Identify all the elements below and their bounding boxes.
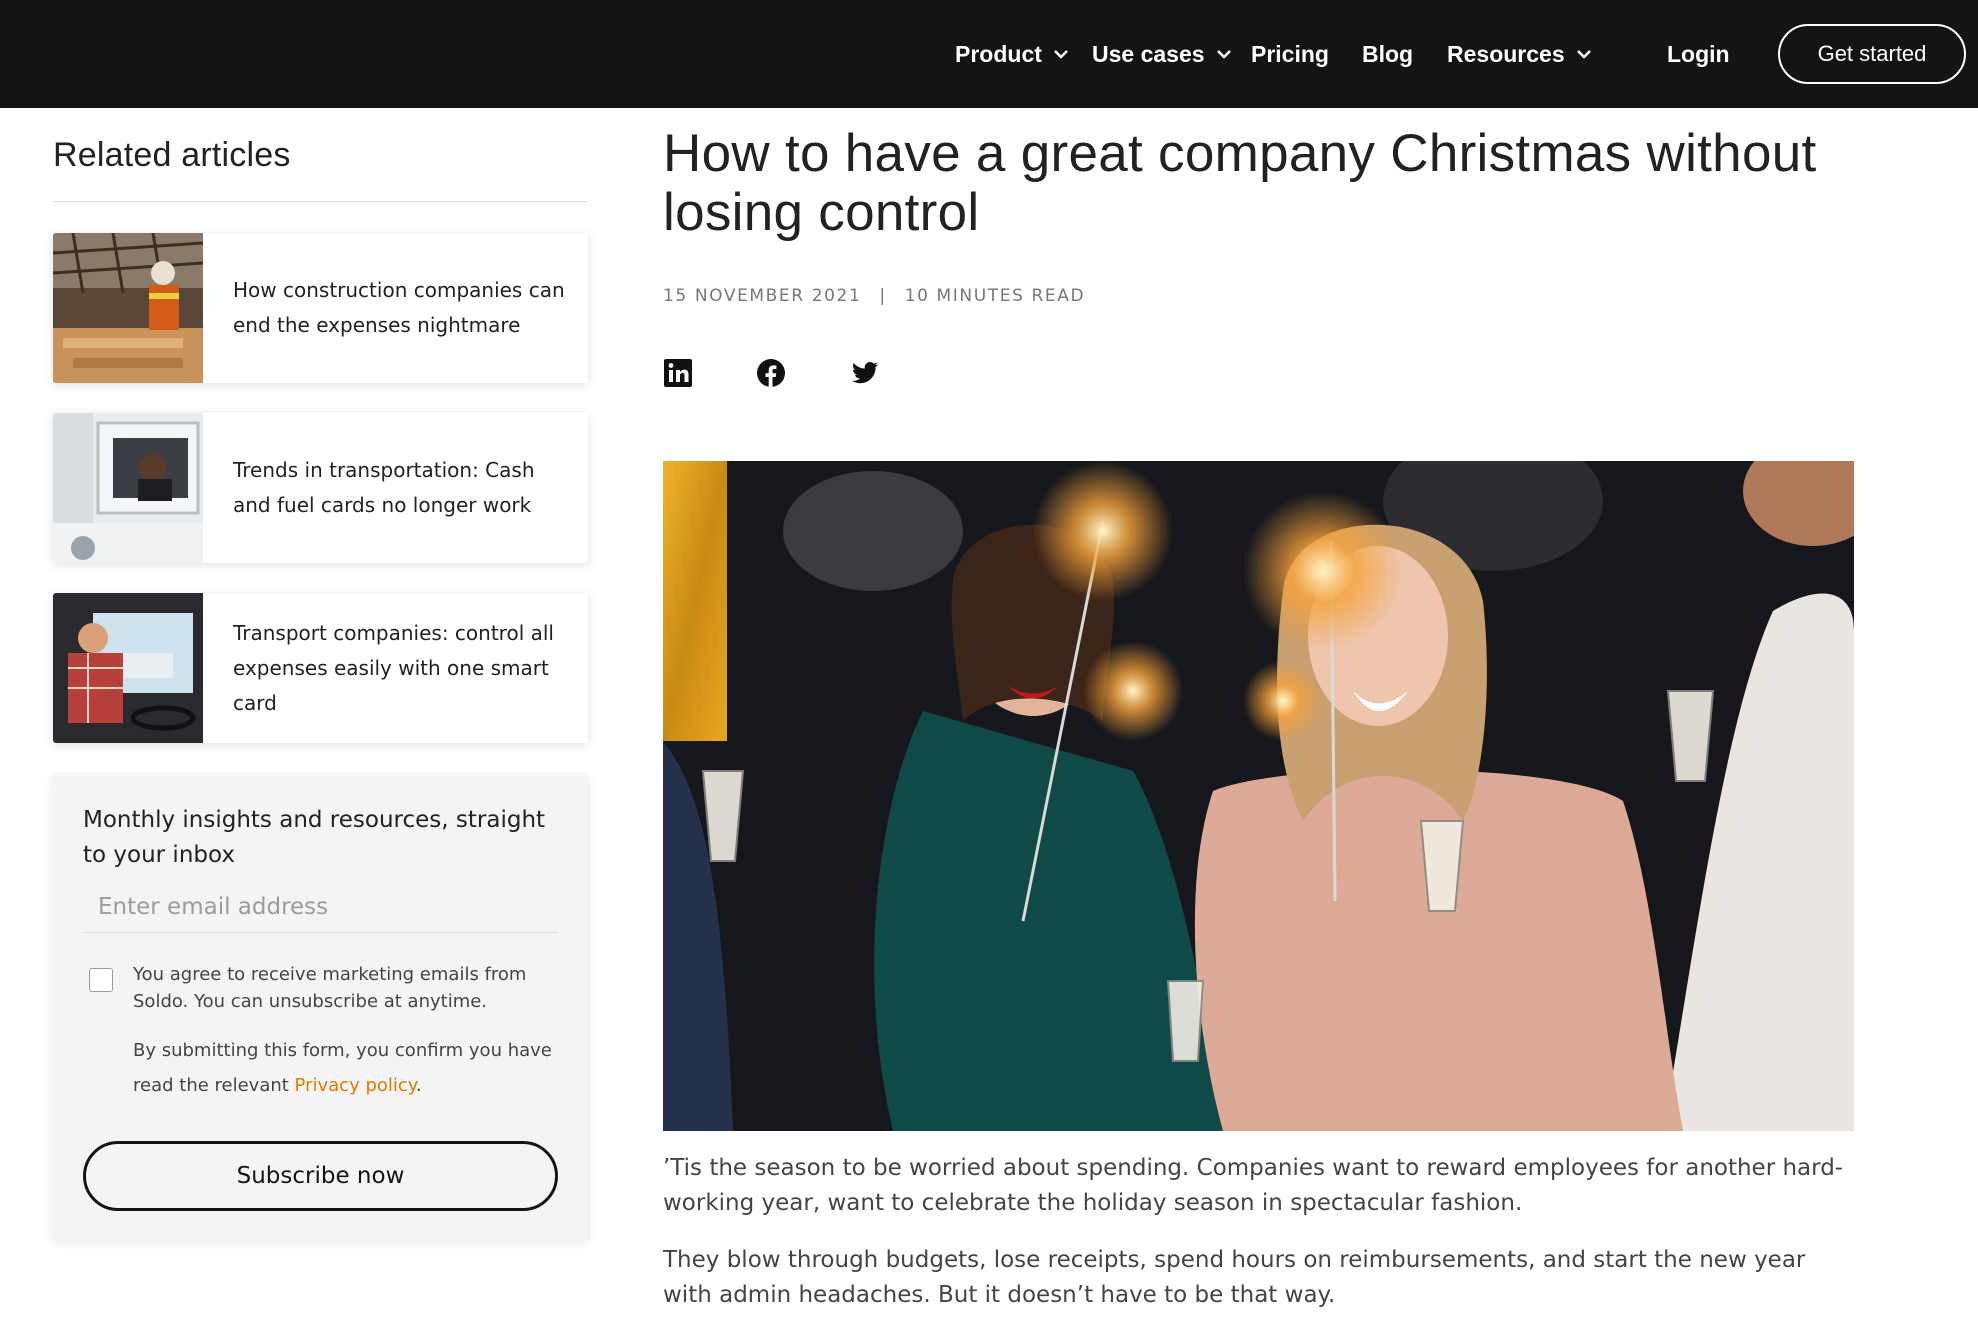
privacy-policy-link[interactable]: Privacy policy [295,1075,416,1096]
chevron-down-icon [1576,50,1591,59]
related-articles-heading: Related articles [53,136,291,174]
nav-item-label: Product [955,40,1042,67]
related-article-card[interactable]: Trends in transportation: Cash and fuel … [53,413,588,563]
newsletter-heading: Monthly insights and resources, straight… [83,807,546,868]
nav-item-product[interactable]: Product [955,0,1069,108]
email-field[interactable] [83,881,558,933]
chevron-down-icon [1054,50,1068,59]
nav-item-blog[interactable]: Blog [1362,0,1413,108]
facebook-icon[interactable] [756,358,786,388]
related-article-card[interactable]: How construction companies can end the e… [53,233,588,383]
article-paragraph: ’Tis the season to be worried about spen… [663,1155,1844,1216]
construction-worker-photo [53,233,203,383]
article-title: How to have a great company Christmas wi… [663,124,1817,242]
article-paragraph: They blow through budgets, lose receipts… [663,1247,1806,1308]
related-article-title: How construction companies can end the e… [233,278,565,337]
subscribe-button[interactable]: Subscribe now [83,1141,558,1211]
nav-item-use-cases[interactable]: Use cases [1092,0,1232,108]
article-meta: 15 NOVEMBER 2021 | 10 MINUTES READ [663,286,1085,306]
top-navigation-bar: Product Use cases Pricing Blog Resources… [0,0,1978,108]
publish-date: 15 NOVEMBER 2021 [663,286,862,306]
confirmation-suffix: . [415,1075,422,1096]
consent-text: You agree to receive marketing emails fr… [133,964,527,1012]
linkedin-icon[interactable] [663,358,693,388]
truck-driver-photo [53,413,203,563]
related-article-card[interactable]: Transport companies: control all expense… [53,593,588,743]
nav-item-pricing[interactable]: Pricing [1251,0,1329,108]
read-time: 10 MINUTES READ [904,286,1086,306]
newsletter-signup-form: Monthly insights and resources, straight… [53,775,588,1240]
nav-item-resources[interactable]: Resources [1447,0,1592,108]
privacy-confirmation-text: By submitting this form, you confirm you… [133,1033,558,1103]
meta-separator: | [879,286,887,306]
marketing-consent-checkbox[interactable] [89,968,113,992]
divider [53,201,588,202]
nav-item-label: Use cases [1092,40,1205,67]
office-party-sparklers-photo [663,461,1854,1131]
nav-item-label: Resources [1447,40,1565,67]
twitter-icon[interactable] [850,358,880,388]
truck-cab-driver-photo [53,593,203,743]
related-article-title: Trends in transportation: Cash and fuel … [233,458,535,517]
nav-item-label: Pricing [1251,40,1329,67]
nav-item-label: Blog [1362,40,1414,67]
related-article-title: Transport companies: control all expense… [233,620,554,715]
login-link[interactable]: Login [1667,0,1730,108]
chevron-down-icon [1216,50,1231,59]
get-started-button[interactable]: Get started [1778,24,1966,84]
